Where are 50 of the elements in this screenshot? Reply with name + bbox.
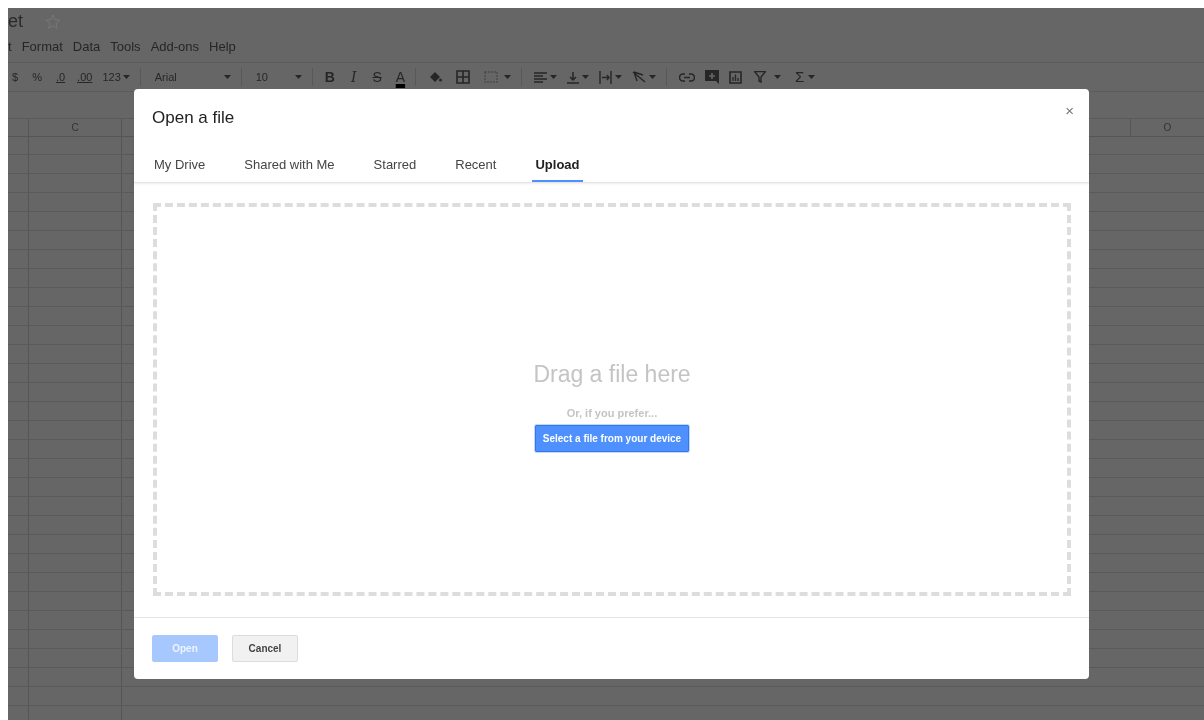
- caret-icon[interactable]: [504, 75, 512, 79]
- caret-icon[interactable]: [550, 75, 558, 79]
- menu-item[interactable]: Help: [209, 37, 236, 57]
- align-left-icon[interactable]: [534, 71, 548, 83]
- tab[interactable]: My Drive: [151, 137, 209, 182]
- text-wrap-icon[interactable]: [599, 70, 613, 84]
- select-file-button[interactable]: Select a file from your device: [534, 425, 690, 452]
- drop-subheading: Or, if you prefer...: [566, 405, 658, 421]
- comment-icon[interactable]: [705, 70, 720, 84]
- bold-button[interactable]: B: [324, 66, 335, 88]
- caret-icon[interactable]: [122, 75, 130, 79]
- caret-icon[interactable]: [649, 75, 657, 79]
- drop-zone[interactable]: Drag a file here Or, if you prefer... Select a file from your device: [153, 203, 1071, 596]
- menu-item[interactable]: t: [8, 37, 12, 57]
- functions-button[interactable]: Σ: [795, 65, 805, 89]
- merge-cells-icon[interactable]: [484, 71, 499, 83]
- tab[interactable]: Upload: [532, 137, 583, 182]
- currency-format-button[interactable]: $: [12, 68, 19, 86]
- caret-icon[interactable]: [582, 75, 590, 79]
- chart-icon[interactable]: [729, 70, 743, 84]
- text-color-button[interactable]: A: [395, 66, 406, 88]
- menu-item[interactable]: Format: [21, 37, 63, 57]
- number-format-button[interactable]: 123: [102, 68, 121, 86]
- caret-icon[interactable]: [615, 75, 623, 79]
- font-size-dropdown[interactable]: 10: [255, 68, 292, 86]
- cancel-button[interactable]: Cancel: [232, 635, 298, 662]
- caret-icon[interactable]: [808, 75, 816, 79]
- font-dropdown[interactable]: Arial: [154, 68, 221, 86]
- link-icon[interactable]: [679, 72, 696, 82]
- close-button[interactable]: ×: [1061, 103, 1078, 118]
- menu-item[interactable]: Tools: [110, 37, 141, 57]
- decrease-decimals-button[interactable]: .0: [55, 68, 66, 86]
- drop-heading: Drag a file here: [533, 360, 691, 389]
- percent-format-button[interactable]: %: [32, 68, 42, 86]
- caret-icon[interactable]: [223, 75, 231, 79]
- vertical-align-icon[interactable]: [567, 70, 580, 84]
- tab[interactable]: Starred: [370, 137, 420, 182]
- caret-icon[interactable]: [774, 75, 782, 79]
- document-title[interactable]: et: [8, 8, 23, 35]
- italic-button[interactable]: I: [350, 66, 357, 88]
- increase-decimals-button[interactable]: .00: [77, 68, 93, 86]
- strikethrough-button[interactable]: S: [372, 66, 382, 88]
- borders-icon[interactable]: [456, 70, 471, 84]
- caret-icon[interactable]: [294, 75, 302, 79]
- tab[interactable]: Recent: [452, 137, 500, 182]
- tab[interactable]: Shared with Me: [241, 137, 338, 182]
- filter-icon[interactable]: [754, 71, 767, 83]
- menu-item[interactable]: Add-ons: [150, 37, 200, 57]
- dialog-title: Open a file: [152, 108, 235, 127]
- menu-item[interactable]: Data: [72, 37, 101, 57]
